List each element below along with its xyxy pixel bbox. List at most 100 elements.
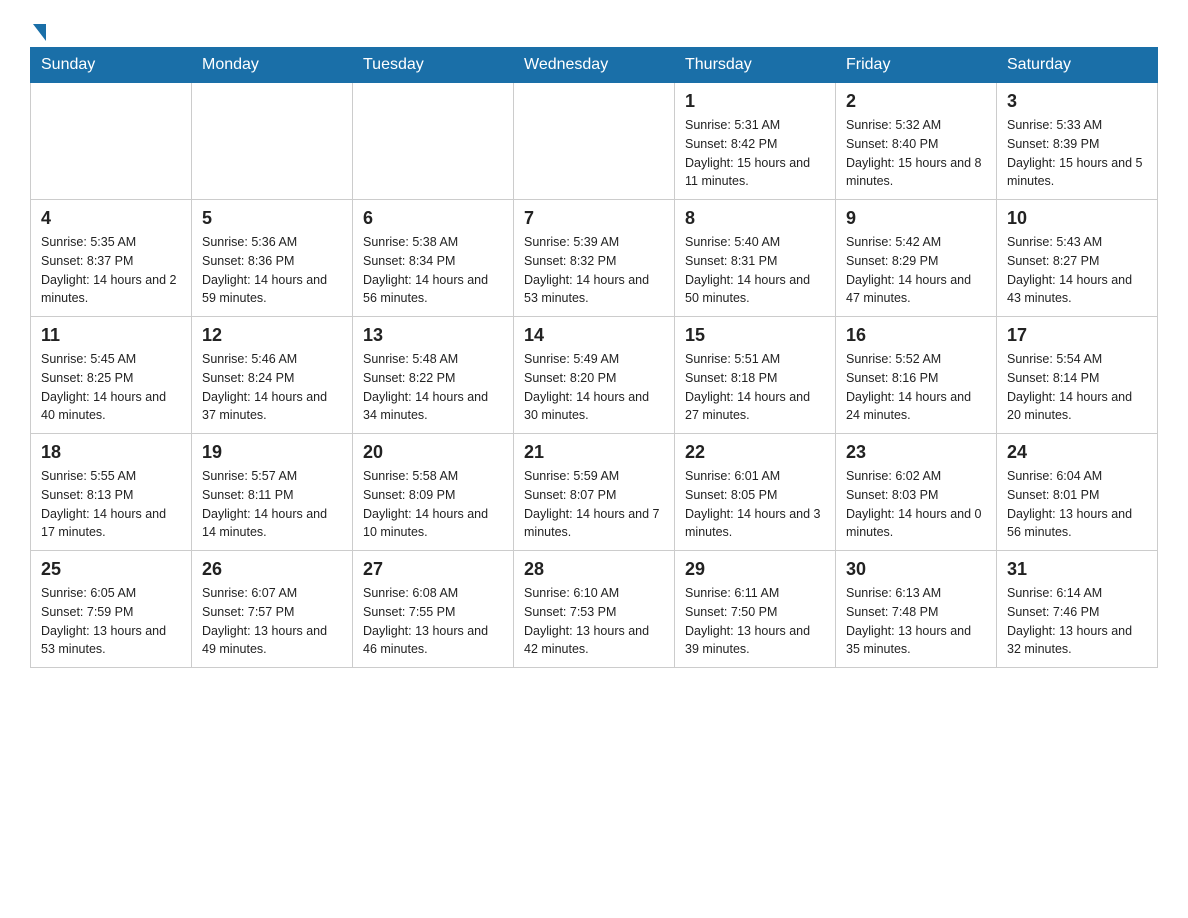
day-info: Sunrise: 6:13 AM Sunset: 7:48 PM Dayligh… xyxy=(846,584,986,659)
calendar-cell: 25 Sunrise: 6:05 AM Sunset: 7:59 PM Dayli… xyxy=(31,551,192,668)
day-number: 30 xyxy=(846,559,986,580)
weekday-monday: Monday xyxy=(192,48,353,83)
day-number: 29 xyxy=(685,559,825,580)
calendar-cell xyxy=(353,83,514,200)
day-number: 13 xyxy=(363,325,503,346)
logo-triangle-icon xyxy=(33,24,46,41)
day-info: Sunrise: 5:46 AM Sunset: 8:24 PM Dayligh… xyxy=(202,350,342,425)
calendar-cell: 27 Sunrise: 6:08 AM Sunset: 7:55 PM Dayli… xyxy=(353,551,514,668)
day-info: Sunrise: 5:49 AM Sunset: 8:20 PM Dayligh… xyxy=(524,350,664,425)
calendar-table: SundayMondayTuesdayWednesdayThursdayFrid… xyxy=(30,47,1158,668)
calendar-cell: 22Sunrise: 6:01 AM Sunset: 8:05 PM Dayli… xyxy=(675,434,836,551)
day-number: 21 xyxy=(524,442,664,463)
weekday-sunday: Sunday xyxy=(31,48,192,83)
day-number: 26 xyxy=(202,559,342,580)
calendar-week-1: 1 Sunrise: 5:31 AM Sunset: 8:42 PM Daylig… xyxy=(31,83,1158,200)
day-info: Sunrise: 6:14 AM Sunset: 7:46 PM Dayligh… xyxy=(1007,584,1147,659)
day-number: 15 xyxy=(685,325,825,346)
day-info: Sunrise: 5:40 AM Sunset: 8:31 PM Dayligh… xyxy=(685,233,825,308)
day-info: Sunrise: 5:38 AM Sunset: 8:34 PM Dayligh… xyxy=(363,233,503,308)
day-number: 6 xyxy=(363,208,503,229)
day-info: Sunrise: 6:05 AM Sunset: 7:59 PM Dayligh… xyxy=(41,584,181,659)
calendar-cell: 24 Sunrise: 6:04 AM Sunset: 8:01 PM Dayli… xyxy=(997,434,1158,551)
logo xyxy=(30,20,60,37)
weekday-saturday: Saturday xyxy=(997,48,1158,83)
day-number: 11 xyxy=(41,325,181,346)
day-info: Sunrise: 5:55 AM Sunset: 8:13 PM Dayligh… xyxy=(41,467,181,542)
day-number: 14 xyxy=(524,325,664,346)
day-info: Sunrise: 5:43 AM Sunset: 8:27 PM Dayligh… xyxy=(1007,233,1147,308)
day-info: Sunrise: 5:32 AM Sunset: 8:40 PM Dayligh… xyxy=(846,116,986,191)
weekday-thursday: Thursday xyxy=(675,48,836,83)
day-number: 12 xyxy=(202,325,342,346)
day-info: Sunrise: 6:11 AM Sunset: 7:50 PM Dayligh… xyxy=(685,584,825,659)
calendar-cell: 13 Sunrise: 5:48 AM Sunset: 8:22 PM Dayli… xyxy=(353,317,514,434)
day-info: Sunrise: 5:51 AM Sunset: 8:18 PM Dayligh… xyxy=(685,350,825,425)
calendar-cell: 9Sunrise: 5:42 AM Sunset: 8:29 PM Daylig… xyxy=(836,200,997,317)
day-info: Sunrise: 6:04 AM Sunset: 8:01 PM Dayligh… xyxy=(1007,467,1147,542)
day-number: 25 xyxy=(41,559,181,580)
day-info: Sunrise: 5:59 AM Sunset: 8:07 PM Dayligh… xyxy=(524,467,664,542)
day-number: 2 xyxy=(846,91,986,112)
calendar-cell: 17 Sunrise: 5:54 AM Sunset: 8:14 PM Dayli… xyxy=(997,317,1158,434)
day-number: 31 xyxy=(1007,559,1147,580)
day-info: Sunrise: 5:48 AM Sunset: 8:22 PM Dayligh… xyxy=(363,350,503,425)
day-number: 27 xyxy=(363,559,503,580)
day-number: 3 xyxy=(1007,91,1147,112)
calendar-header: SundayMondayTuesdayWednesdayThursdayFrid… xyxy=(31,48,1158,83)
calendar-cell: 11Sunrise: 5:45 AM Sunset: 8:25 PM Dayli… xyxy=(31,317,192,434)
day-info: Sunrise: 6:10 AM Sunset: 7:53 PM Dayligh… xyxy=(524,584,664,659)
calendar-week-4: 18 Sunrise: 5:55 AM Sunset: 8:13 PM Dayli… xyxy=(31,434,1158,551)
day-info: Sunrise: 5:31 AM Sunset: 8:42 PM Dayligh… xyxy=(685,116,825,191)
day-info: Sunrise: 6:02 AM Sunset: 8:03 PM Dayligh… xyxy=(846,467,986,542)
calendar-cell: 8 Sunrise: 5:40 AM Sunset: 8:31 PM Daylig… xyxy=(675,200,836,317)
calendar-cell: 15 Sunrise: 5:51 AM Sunset: 8:18 PM Dayli… xyxy=(675,317,836,434)
calendar-cell xyxy=(192,83,353,200)
day-number: 23 xyxy=(846,442,986,463)
calendar-week-5: 25 Sunrise: 6:05 AM Sunset: 7:59 PM Dayli… xyxy=(31,551,1158,668)
day-number: 18 xyxy=(41,442,181,463)
calendar-cell: 3 Sunrise: 5:33 AM Sunset: 8:39 PM Daylig… xyxy=(997,83,1158,200)
day-number: 16 xyxy=(846,325,986,346)
day-number: 10 xyxy=(1007,208,1147,229)
calendar-cell xyxy=(514,83,675,200)
calendar-cell: 12 Sunrise: 5:46 AM Sunset: 8:24 PM Dayli… xyxy=(192,317,353,434)
day-info: Sunrise: 6:07 AM Sunset: 7:57 PM Dayligh… xyxy=(202,584,342,659)
calendar-cell: 18 Sunrise: 5:55 AM Sunset: 8:13 PM Dayli… xyxy=(31,434,192,551)
calendar-week-3: 11Sunrise: 5:45 AM Sunset: 8:25 PM Dayli… xyxy=(31,317,1158,434)
day-number: 17 xyxy=(1007,325,1147,346)
calendar-cell: 14 Sunrise: 5:49 AM Sunset: 8:20 PM Dayli… xyxy=(514,317,675,434)
day-info: Sunrise: 5:54 AM Sunset: 8:14 PM Dayligh… xyxy=(1007,350,1147,425)
calendar-cell: 21 Sunrise: 5:59 AM Sunset: 8:07 PM Dayli… xyxy=(514,434,675,551)
day-number: 7 xyxy=(524,208,664,229)
day-number: 5 xyxy=(202,208,342,229)
calendar-cell: 5Sunrise: 5:36 AM Sunset: 8:36 PM Daylig… xyxy=(192,200,353,317)
day-number: 22 xyxy=(685,442,825,463)
calendar-cell: 29 Sunrise: 6:11 AM Sunset: 7:50 PM Dayli… xyxy=(675,551,836,668)
day-number: 24 xyxy=(1007,442,1147,463)
calendar-cell: 6 Sunrise: 5:38 AM Sunset: 8:34 PM Daylig… xyxy=(353,200,514,317)
day-info: Sunrise: 5:57 AM Sunset: 8:11 PM Dayligh… xyxy=(202,467,342,542)
day-info: Sunrise: 5:39 AM Sunset: 8:32 PM Dayligh… xyxy=(524,233,664,308)
calendar-cell: 23 Sunrise: 6:02 AM Sunset: 8:03 PM Dayli… xyxy=(836,434,997,551)
day-number: 4 xyxy=(41,208,181,229)
calendar-cell: 19Sunrise: 5:57 AM Sunset: 8:11 PM Dayli… xyxy=(192,434,353,551)
weekday-header-row: SundayMondayTuesdayWednesdayThursdayFrid… xyxy=(31,48,1158,83)
day-info: Sunrise: 5:33 AM Sunset: 8:39 PM Dayligh… xyxy=(1007,116,1147,191)
calendar-body: 1 Sunrise: 5:31 AM Sunset: 8:42 PM Daylig… xyxy=(31,83,1158,668)
calendar-cell: 16 Sunrise: 5:52 AM Sunset: 8:16 PM Dayli… xyxy=(836,317,997,434)
calendar-cell: 1 Sunrise: 5:31 AM Sunset: 8:42 PM Daylig… xyxy=(675,83,836,200)
calendar-cell: 31 Sunrise: 6:14 AM Sunset: 7:46 PM Dayli… xyxy=(997,551,1158,668)
day-number: 1 xyxy=(685,91,825,112)
page-header xyxy=(30,20,1158,37)
day-info: Sunrise: 5:52 AM Sunset: 8:16 PM Dayligh… xyxy=(846,350,986,425)
weekday-friday: Friday xyxy=(836,48,997,83)
calendar-cell: 4 Sunrise: 5:35 AM Sunset: 8:37 PM Daylig… xyxy=(31,200,192,317)
day-info: Sunrise: 6:08 AM Sunset: 7:55 PM Dayligh… xyxy=(363,584,503,659)
day-number: 28 xyxy=(524,559,664,580)
calendar-cell: 26 Sunrise: 6:07 AM Sunset: 7:57 PM Dayli… xyxy=(192,551,353,668)
day-number: 8 xyxy=(685,208,825,229)
day-info: Sunrise: 5:35 AM Sunset: 8:37 PM Dayligh… xyxy=(41,233,181,308)
calendar-cell: 28 Sunrise: 6:10 AM Sunset: 7:53 PM Dayli… xyxy=(514,551,675,668)
day-info: Sunrise: 5:42 AM Sunset: 8:29 PM Dayligh… xyxy=(846,233,986,308)
